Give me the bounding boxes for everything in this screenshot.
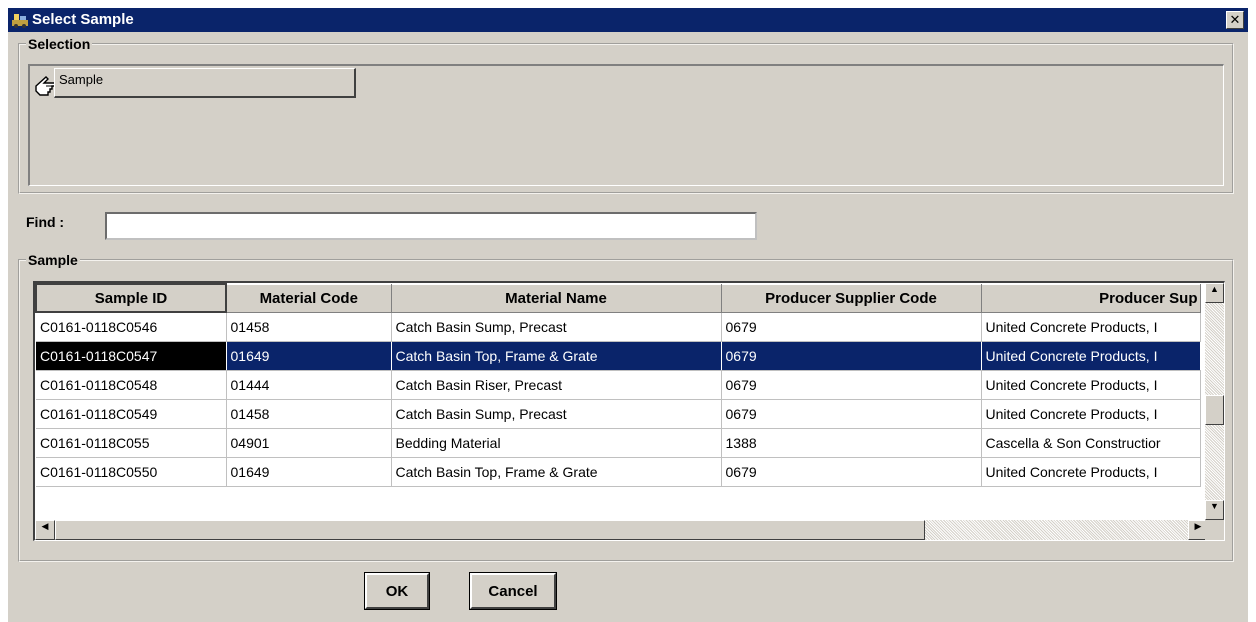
horizontal-scrollbar[interactable]: ◀ ▶ xyxy=(35,520,1208,540)
cell-material-name: Bedding Material xyxy=(391,428,722,458)
cell-material-name: Catch Basin Top, Frame & Grate xyxy=(391,341,722,371)
cell-sample-id: C0161-0118C0546 xyxy=(36,312,227,342)
cell-producer-supplier: United Concrete Products, I xyxy=(981,312,1201,342)
cell-producer-supplier-code: 0679 xyxy=(721,457,982,487)
table-row[interactable]: C0161-0118C055 04901 Bedding Material 13… xyxy=(36,428,1201,458)
selection-panel: Sample xyxy=(28,64,1224,186)
scroll-down-button[interactable]: ▼ xyxy=(1205,500,1224,520)
column-header-material-code[interactable]: Material Code xyxy=(225,283,392,313)
ok-button[interactable]: OK xyxy=(364,572,430,610)
cell-producer-supplier-code: 0679 xyxy=(721,399,982,429)
table-row[interactable]: C0161-0118C0549 01458 Catch Basin Sump, … xyxy=(36,399,1201,429)
column-header-sample-id[interactable]: Sample ID xyxy=(35,283,227,313)
sample-data-table: Sample ID Material Code Material Name Pr… xyxy=(35,283,1201,487)
cell-material-name: Catch Basin Top, Frame & Grate xyxy=(391,457,722,487)
sample-table[interactable]: Sample ID Material Code Material Name Pr… xyxy=(33,281,1225,541)
table-row-selected[interactable]: C0161-0118C0547 01649 Catch Basin Top, F… xyxy=(36,341,1201,371)
horizontal-scroll-thumb[interactable] xyxy=(55,520,925,540)
cell-producer-supplier-code: 0679 xyxy=(721,341,982,371)
cell-producer-supplier: United Concrete Products, I xyxy=(981,457,1201,487)
table-header-row: Sample ID Material Code Material Name Pr… xyxy=(35,283,1201,313)
table-row[interactable]: C0161-0118C0550 01649 Catch Basin Top, F… xyxy=(36,457,1201,487)
select-sample-dialog: Select Sample ✕ Selection Sample Find : … xyxy=(8,8,1248,622)
scrollbar-corner xyxy=(1205,520,1224,540)
find-input[interactable] xyxy=(105,212,757,240)
cell-producer-supplier: United Concrete Products, I xyxy=(981,341,1201,371)
scroll-left-button[interactable]: ◀ xyxy=(35,520,55,540)
cell-material-code: 04901 xyxy=(226,428,392,458)
cell-sample-id: C0161-0118C0550 xyxy=(36,457,227,487)
sample-selection-tab[interactable]: Sample xyxy=(54,68,356,98)
app-icon xyxy=(12,14,28,28)
vertical-scroll-thumb[interactable] xyxy=(1205,395,1224,425)
cell-producer-supplier: United Concrete Products, I xyxy=(981,399,1201,429)
column-header-producer-supplier-code[interactable]: Producer Supplier Code xyxy=(720,283,982,313)
table-row[interactable]: C0161-0118C0548 01444 Catch Basin Riser,… xyxy=(36,370,1201,400)
cell-producer-supplier: Cascella & Son Constructior xyxy=(981,428,1201,458)
find-label: Find : xyxy=(26,214,65,230)
cell-material-code: 01458 xyxy=(226,312,392,342)
cell-sample-id: C0161-0118C0549 xyxy=(36,399,227,429)
cell-material-code: 01649 xyxy=(226,457,392,487)
scroll-up-button[interactable]: ▲ xyxy=(1205,283,1224,303)
cell-producer-supplier-code: 0679 xyxy=(721,370,982,400)
cell-sample-id: C0161-0118C0547 xyxy=(36,341,227,371)
title-bar: Select Sample ✕ xyxy=(8,8,1248,32)
cell-material-name: Catch Basin Riser, Precast xyxy=(391,370,722,400)
cell-sample-id: C0161-0118C055 xyxy=(36,428,227,458)
cell-material-code: 01458 xyxy=(226,399,392,429)
table-row[interactable]: C0161-0118C0546 01458 Catch Basin Sump, … xyxy=(36,312,1201,342)
cell-material-code: 01444 xyxy=(226,370,392,400)
cancel-button[interactable]: Cancel xyxy=(469,572,557,610)
cell-sample-id: C0161-0118C0548 xyxy=(36,370,227,400)
cell-material-code: 01649 xyxy=(226,341,392,371)
window-title: Select Sample xyxy=(32,11,134,28)
column-header-material-name[interactable]: Material Name xyxy=(390,283,722,313)
cell-material-name: Catch Basin Sump, Precast xyxy=(391,399,722,429)
selection-legend: Selection xyxy=(28,36,91,52)
sample-tab-label: Sample xyxy=(59,72,104,87)
cell-material-name: Catch Basin Sump, Precast xyxy=(391,312,722,342)
close-button[interactable]: ✕ xyxy=(1226,11,1244,29)
cell-producer-supplier: United Concrete Products, I xyxy=(981,370,1201,400)
cell-producer-supplier-code: 0679 xyxy=(721,312,982,342)
vertical-scrollbar[interactable]: ▲ ▼ xyxy=(1205,283,1224,520)
column-header-producer-supplier[interactable]: Producer Sup xyxy=(980,283,1201,313)
cell-producer-supplier-code: 1388 xyxy=(721,428,982,458)
sample-legend: Sample xyxy=(28,252,78,268)
